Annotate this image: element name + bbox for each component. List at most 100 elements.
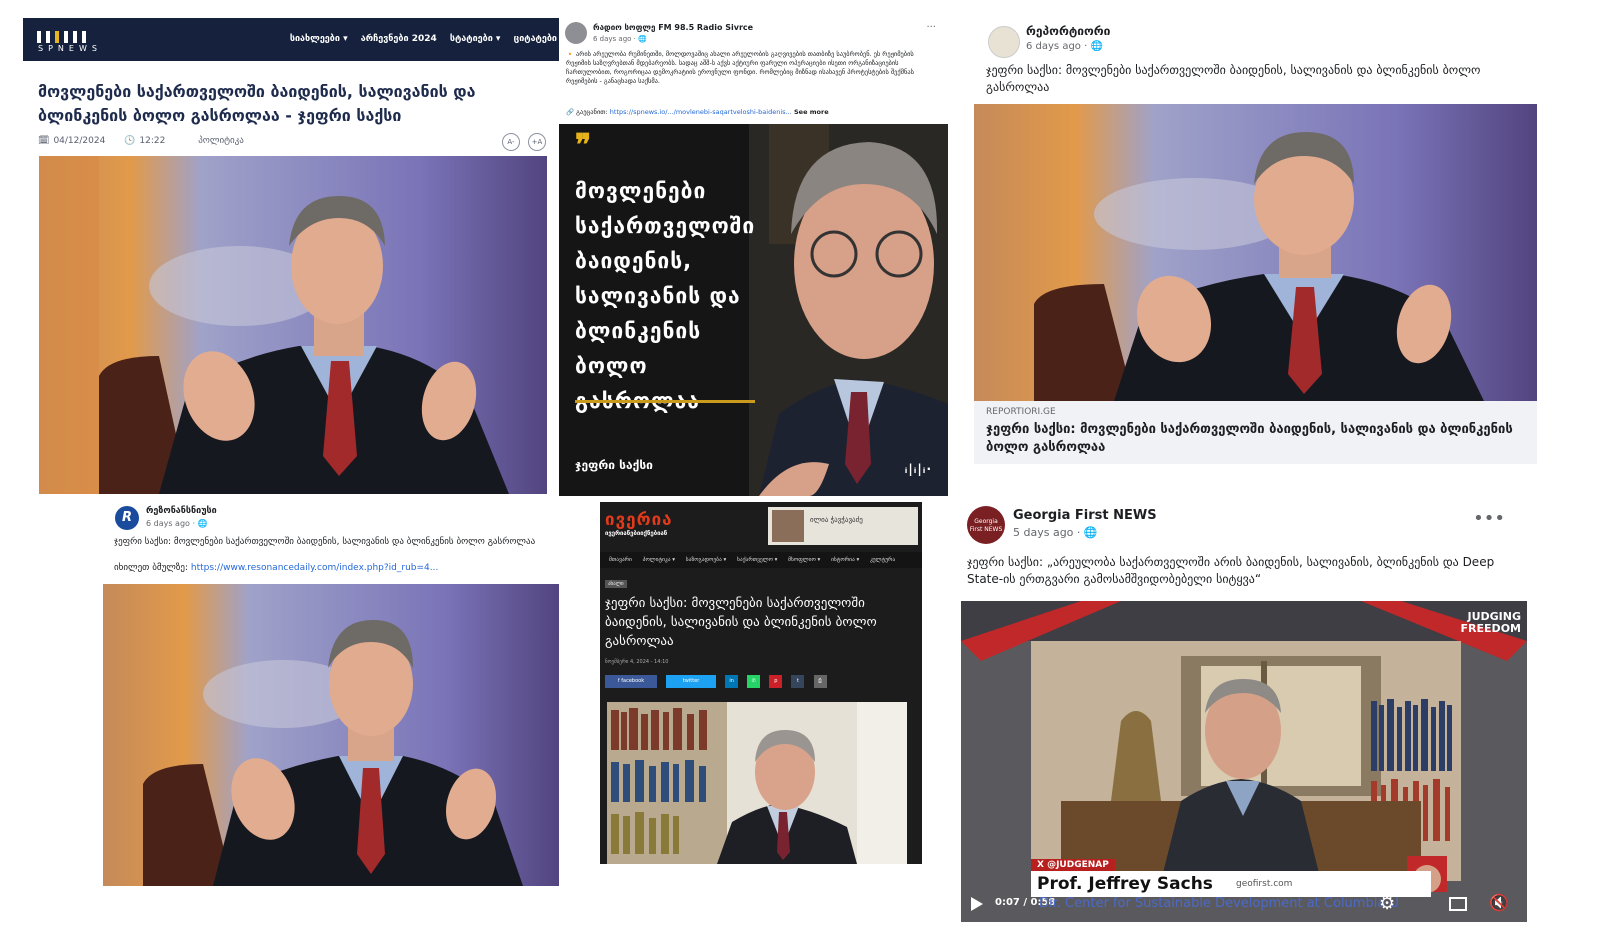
post-link[interactable]: https://spnews.io/.../movlenebi-saqartve… — [610, 108, 792, 116]
fullscreen-icon[interactable] — [1449, 897, 1467, 911]
share-bar: f facebook twitter in ✆ p t ⎙ — [605, 675, 831, 694]
iveria-logo[interactable]: ივერია — [605, 510, 673, 530]
article-photo — [607, 702, 907, 864]
menu-item-elections[interactable]: არჩევნები 2024 — [361, 34, 437, 44]
play-icon[interactable] — [971, 897, 983, 911]
post-photo[interactable] — [103, 584, 559, 886]
spnews-navbar: SPNEWS სიახლეები ▾ არჩევნები 2024 სტატიე… — [23, 18, 563, 61]
link-label: იხილეთ ბმულზე: — [114, 563, 191, 573]
article-date: 04/12/2024 — [53, 136, 106, 146]
nav-item-culture[interactable]: კულტურა — [870, 557, 895, 563]
post-time: 6 days ago · 🌐 — [593, 35, 647, 43]
post-quote-image: ❞ მოვლენები საქართველოში ბაიდენის, სალივ… — [559, 124, 948, 496]
post-body: ჯეფრი საქსი: მოვლენები საქართველოში ბაიდ… — [114, 537, 536, 547]
radio-facebook-post: რადიო სოფლე FM 98.5 Radio Sivrce 6 days … — [559, 18, 948, 496]
font-decrease-button[interactable]: A- — [502, 133, 520, 151]
article-date: ნოემბერი 4, 2024 - 14:10 — [605, 659, 669, 665]
whatsapp-icon[interactable]: ✆ — [747, 675, 761, 688]
post-time-text: 6 days ago · — [1026, 41, 1091, 52]
link-preview-photo[interactable] — [974, 104, 1537, 401]
link-preview-footer[interactable]: REPORTIORI.GE ჯეფრი საქსი: მოვლენები საქ… — [974, 401, 1537, 464]
more-options-icon[interactable]: ··· — [926, 22, 936, 33]
globe-icon: 🌐 — [638, 35, 647, 43]
pinterest-icon[interactable]: p — [769, 675, 783, 688]
post-time: 5 days ago · 🌐 — [1013, 526, 1098, 539]
article-time: 12:22 — [139, 136, 166, 146]
post-time-text: 6 days ago · — [593, 35, 639, 43]
post-body: ჯეფრი საქსი: „არეულობა საქართველოში არის… — [967, 555, 1495, 586]
link-domain: REPORTIORI.GE — [986, 407, 1056, 417]
post-time: 6 days ago · 🌐 — [146, 519, 208, 528]
page-avatar[interactable] — [565, 22, 587, 44]
page-name[interactable]: რეპორტიორი — [1026, 24, 1110, 38]
share-twitter-button[interactable]: twitter — [666, 675, 717, 688]
page-name[interactable]: რეზონანსნიუსი — [146, 506, 217, 516]
nav-item-home[interactable]: მთავარი — [609, 557, 632, 563]
article-headline: მოვლენები საქართველოში ბაიდენის, სალივან… — [38, 82, 476, 125]
page-name[interactable]: Georgia First NEWS — [1013, 508, 1157, 523]
post-time-text: 6 days ago · — [146, 519, 198, 528]
article-category[interactable]: პოლიტიკა — [198, 136, 244, 146]
post-link-line: იხილეთ ბმულზე: https://www.resonancedail… — [114, 563, 438, 573]
video-controls: 0:07 / 0:58 Dir. Center for Sustainable … — [961, 887, 1527, 922]
calendar-icon: 🗓 — [38, 136, 50, 146]
post-body: 🔸 არის არეულობა რუმინეთში, მოლდოვაშიც ახ… — [566, 50, 914, 85]
menu-item-news[interactable]: სიახლეები ▾ — [290, 34, 348, 44]
spnews-logo-text: SPNEWS — [38, 44, 102, 53]
spnews-article: SPNEWS სიახლეები ▾ არჩევნები 2024 სტატიე… — [23, 18, 563, 500]
nav-item-history[interactable]: ისტორია ▾ — [831, 557, 859, 563]
post-link[interactable]: https://www.resonancedaily.com/index.php… — [191, 563, 438, 573]
guest-description: Dir. Center for Sustainable Development … — [1039, 896, 1399, 911]
spnews-menu: სიახლეები ▾ არჩევნები 2024 სტატიები ▾ ცი… — [280, 34, 557, 44]
menu-item-articles[interactable]: სტატიები ▾ — [450, 34, 501, 44]
menu-item-quotes[interactable]: ციტატები — [514, 34, 557, 44]
print-icon[interactable]: ⎙ — [813, 675, 827, 688]
iveria-article: ივერია ივერიანებიიქნებიან ილია ჭავჭავაძე… — [600, 502, 922, 864]
nav-item-society[interactable]: საზოგადოება ▾ — [686, 557, 727, 563]
post-time: 6 days ago · 🌐 — [1026, 41, 1103, 52]
globe-icon: 🌐 — [1090, 41, 1103, 52]
portrait-icon — [772, 510, 804, 542]
nav-item-georgia[interactable]: საქართველო ▾ — [737, 557, 777, 563]
share-facebook-button[interactable]: f facebook — [605, 675, 657, 688]
link-title[interactable]: ჯეფრი საქსი: მოვლენები საქართველოში ბაიდ… — [986, 421, 1526, 457]
page-name[interactable]: რადიო სოფლე FM 98.5 Radio Sivrce — [593, 23, 753, 32]
mute-icon[interactable]: 🔇 — [1489, 893, 1509, 912]
header-banner: ილია ჭავჭავაძე — [768, 507, 918, 545]
show-handle: X @JUDGENAP — [1031, 859, 1115, 871]
more-options-icon[interactable]: ••• — [1473, 508, 1505, 529]
resonance-facebook-post: R რეზონანსნიუსი 6 days ago · 🌐 ჯეფრი საქ… — [103, 500, 565, 892]
article-title: ჯეფრი საქსი: მოვლენები საქართველოში ბაიდ… — [605, 596, 877, 649]
category-tag[interactable]: ახალი — [605, 580, 627, 588]
clock-icon: 🕓 — [124, 136, 136, 146]
video-player[interactable]: JUDGING FREEDOM X @JUDGENAP Prof. Jeffrey… — [961, 601, 1527, 922]
post-time-text: 5 days ago · — [1013, 526, 1084, 539]
avatar-text: Georgia First NEWS — [969, 518, 1003, 533]
tumblr-icon[interactable]: t — [791, 675, 805, 688]
gold-divider — [575, 400, 755, 403]
quote-signature: ჯეფრი საქსი — [575, 458, 653, 472]
link-label: 🔗 გაეცანით: — [566, 108, 610, 116]
see-more-link[interactable]: See more — [792, 108, 829, 116]
iveria-navbar: მთავარი პოლიტიკა ▾ საზოგადოება ▾ საქართვ… — [600, 552, 922, 568]
quote-text: მოვლენები საქართველოში ბაიდენის, სალივან… — [575, 179, 756, 413]
post-link-line: 🔗 გაეცანით: https://spnews.io/.../movlen… — [566, 108, 829, 116]
reportiori-facebook-post: რეპორტიორი 6 days ago · 🌐 ჯეფრი საქსი: მ… — [974, 14, 1537, 464]
post-caption: ჯეფრი საქსი: მოვლენები საქართველოში ბაიდ… — [986, 63, 1481, 94]
globe-icon: 🌐 — [197, 519, 208, 528]
article-meta: 🗓 04/12/2024 🕓 12:22 პოლიტიკა — [38, 136, 260, 146]
radio-logo-watermark: ᵢ|ᵢ|ᵢ· — [904, 462, 932, 476]
page-avatar[interactable] — [988, 26, 1020, 58]
banner-text: ილია ჭავჭავაძე — [810, 516, 863, 524]
settings-gear-icon[interactable]: ⚙ — [1379, 893, 1395, 914]
article-photo — [39, 156, 547, 494]
font-increase-button[interactable]: +A — [528, 133, 546, 151]
page-avatar[interactable]: R — [115, 506, 139, 530]
quote-mark-icon: ❞ — [575, 128, 592, 163]
show-title-2: FREEDOM — [1460, 622, 1521, 635]
globe-icon: 🌐 — [1083, 526, 1098, 539]
page-avatar[interactable]: Georgia First NEWS — [967, 506, 1005, 544]
nav-item-world[interactable]: მსოფლიო ▾ — [788, 557, 820, 563]
linkedin-icon[interactable]: in — [725, 675, 739, 688]
nav-item-politics[interactable]: პოლიტიკა ▾ — [643, 557, 675, 563]
